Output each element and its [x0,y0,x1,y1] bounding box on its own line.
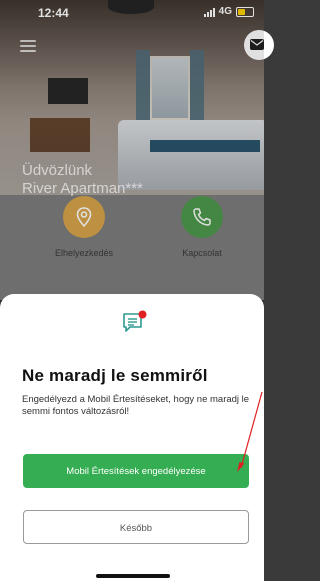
notification-chat-icon [123,310,147,332]
notification-bottom-sheet: Ne maradj le semmiről Engedélyezd a Mobi… [0,294,264,581]
notification-badge [138,310,147,319]
sheet-title: Ne maradj le semmiről [22,366,208,385]
later-button[interactable]: Később [23,510,249,544]
enable-notifications-button[interactable]: Mobil Értesítések engedélyezése [23,454,249,488]
sheet-description: Engedélyezd a Mobil Értesítéseket, hogy … [22,394,250,417]
home-indicator [96,574,170,578]
